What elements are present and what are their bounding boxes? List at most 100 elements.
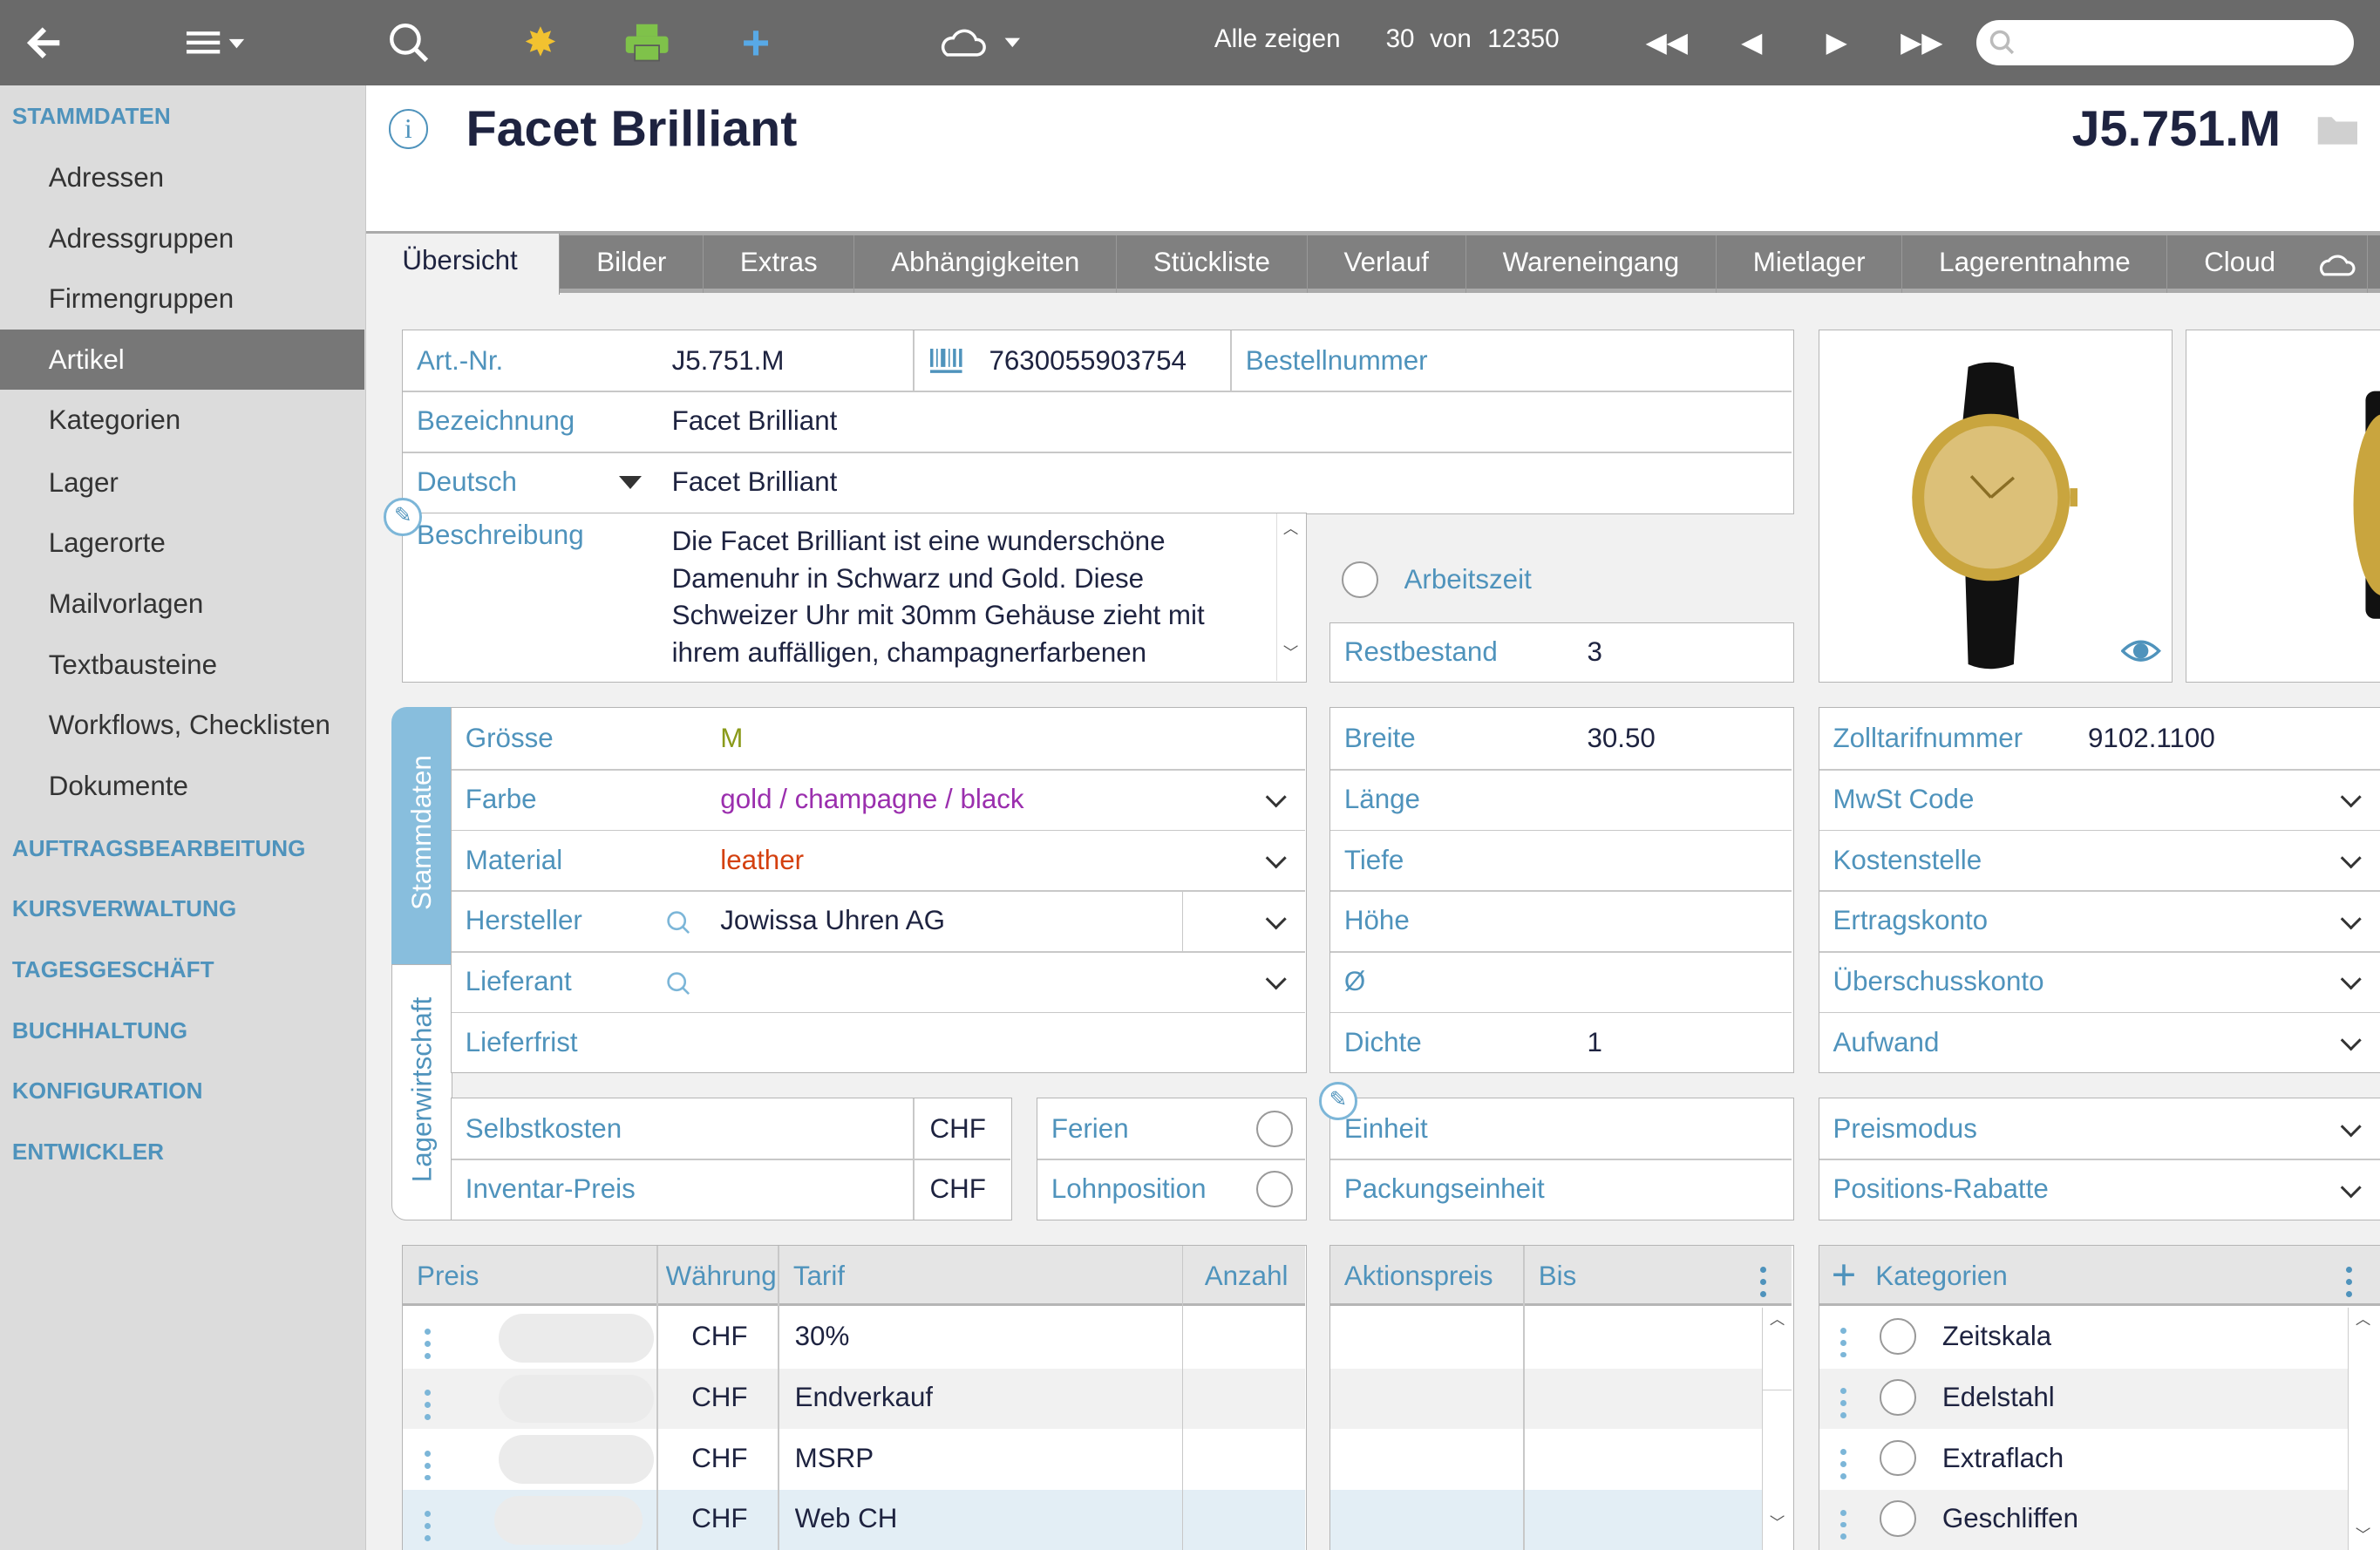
row-handle-icon[interactable] (1840, 1322, 1847, 1364)
chevron-down-icon[interactable] (1265, 908, 1287, 930)
col-tarif[interactable]: Tarif (793, 1246, 845, 1307)
edit-pencil-icon[interactable]: ✎ (1319, 1082, 1357, 1120)
scrollbar[interactable]: ︿ ﹀ (2347, 1308, 2378, 1550)
last-record-icon[interactable]: ▶▶ (1901, 18, 1943, 67)
add-kategorie-icon[interactable]: + (1832, 1248, 1856, 1303)
first-record-icon[interactable]: ◀◀ (1645, 18, 1688, 67)
search-input[interactable] (1975, 19, 2355, 65)
zoll-field[interactable]: 9102.1100 (2088, 708, 2215, 769)
row-handle-icon[interactable] (1840, 1443, 1847, 1485)
price-input[interactable] (499, 1435, 654, 1485)
sidebar-section-kursverwaltung[interactable]: KURSVERWALTUNG (12, 895, 236, 922)
packungseinheit-field[interactable]: Packungseinheit (1344, 1159, 1545, 1220)
table-row[interactable] (1330, 1490, 1762, 1550)
tab-uebersicht[interactable]: Übersicht (365, 233, 561, 295)
ertragskonto-select[interactable]: Ertragskonto (1833, 890, 1988, 951)
lohnposition-checkbox[interactable] (1255, 1171, 1293, 1208)
sidebar-item-kategorien[interactable]: Kategorien (0, 390, 364, 451)
chevron-down-icon[interactable] (1265, 969, 1287, 991)
sidebar-item-firmengruppen[interactable]: Firmengruppen (0, 269, 364, 330)
search-icon[interactable] (385, 18, 431, 67)
product-image-1[interactable] (1818, 329, 2173, 683)
sidebar-item-workflows[interactable]: Workflows, Checklisten (0, 695, 364, 756)
more-options-icon[interactable] (1759, 1261, 1766, 1303)
tab-mietlager[interactable]: Mietlager (1717, 235, 1903, 293)
beschreibung-textarea[interactable]: Die Facet Brilliant ist eine wunderschön… (672, 523, 1205, 672)
tab-bilder[interactable]: Bilder (560, 235, 704, 293)
sidebar-item-mailvorlagen[interactable]: Mailvorlagen (0, 574, 364, 635)
kostenstelle-select[interactable]: Kostenstelle (1833, 830, 1982, 891)
laenge-field[interactable]: Länge (1344, 769, 1420, 830)
arbeitszeit-radio[interactable] (1342, 561, 1378, 598)
kategorie-checkbox[interactable] (1880, 1318, 1917, 1356)
cloud-icon[interactable] (938, 18, 1029, 67)
ueberschusskonto-select[interactable]: Überschusskonto (1833, 951, 2043, 1012)
bezeichnung-lang-field[interactable]: Facet Brilliant (672, 452, 838, 513)
scrollbar[interactable]: ︿ ﹀ (1761, 1308, 1792, 1550)
chevron-down-icon[interactable] (2339, 1116, 2362, 1139)
show-all-button[interactable]: Alle zeigen (1214, 24, 1341, 54)
sidebar-item-dokumente[interactable]: Dokumente (0, 756, 364, 817)
positions-rabatte-select[interactable]: Positions-Rabatte (1833, 1159, 2048, 1220)
chevron-down-icon[interactable] (2339, 786, 2362, 809)
sidebar-section-auftragsbearbeitung[interactable]: AUFTRAGSBEARBEITUNG (12, 835, 306, 862)
vtab-stammdaten[interactable]: Stammdaten (391, 707, 452, 966)
sidebar-item-adressgruppen[interactable]: Adressgruppen (0, 208, 364, 269)
plus-icon[interactable]: + (735, 16, 778, 70)
chevron-down-icon[interactable] (2339, 969, 2362, 991)
next-record-icon[interactable]: ▶ (1821, 18, 1852, 67)
kategorie-checkbox[interactable] (1880, 1439, 1917, 1477)
chevron-down-icon[interactable] (2339, 908, 2362, 930)
sidebar-item-lager[interactable]: Lager (0, 452, 364, 513)
dichte-field[interactable]: 1 (1587, 1012, 1601, 1073)
kategorie-checkbox[interactable] (1880, 1500, 1917, 1537)
breite-field[interactable]: 30.50 (1587, 708, 1655, 769)
groesse-field[interactable]: M (720, 708, 743, 769)
mwst-select[interactable]: MwSt Code (1833, 769, 1974, 830)
row-handle-icon[interactable] (424, 1505, 431, 1547)
chevron-down-icon[interactable] (2339, 847, 2362, 870)
sidebar-section-tagesgeschaeft[interactable]: TAGESGESCHÄFT (12, 956, 214, 983)
gear-icon[interactable]: ✸ (519, 18, 561, 67)
col-aktionspreis[interactable]: Aktionspreis (1344, 1246, 1493, 1307)
farbe-select[interactable]: gold / champagne / black (720, 769, 1023, 830)
bestellnummer-field[interactable]: Bestellnummer (1246, 330, 1428, 391)
material-select[interactable]: leather (720, 830, 804, 891)
hoehe-field[interactable]: Höhe (1344, 890, 1410, 951)
row-handle-icon[interactable] (424, 1383, 431, 1426)
sidebar-item-lagerorte[interactable]: Lagerorte (0, 513, 364, 574)
back-arrow-icon[interactable] (21, 18, 66, 67)
sidebar-item-adressen[interactable]: Adressen (0, 147, 364, 208)
vtab-lagerwirtschaft[interactable]: Lagerwirtschaft (391, 963, 452, 1220)
col-anzahl[interactable]: Anzahl (1205, 1246, 1289, 1307)
bezeichnung-field[interactable]: Facet Brilliant (672, 391, 838, 452)
row-handle-icon[interactable] (424, 1322, 431, 1365)
sidebar-section-stammdaten[interactable]: STAMMDATEN (12, 103, 171, 130)
chevron-down-icon[interactable] (1265, 786, 1287, 809)
tab-cloud[interactable]: Cloud (2167, 235, 2368, 293)
chevron-down-icon[interactable] (2339, 1177, 2362, 1199)
art-nr-field[interactable]: J5.751.M (672, 330, 785, 391)
printer-icon[interactable] (622, 18, 671, 67)
selbstkosten-currency[interactable]: CHF (930, 1098, 986, 1159)
row-handle-icon[interactable] (424, 1445, 431, 1487)
sidebar-item-textbausteine[interactable]: Textbausteine (0, 635, 364, 696)
search-icon[interactable] (666, 971, 693, 998)
tab-verlauf[interactable]: Verlauf (1308, 235, 1466, 293)
einheit-field[interactable]: Einheit (1344, 1098, 1428, 1159)
chevron-down-icon[interactable] (2339, 1030, 2362, 1051)
row-handle-icon[interactable] (1840, 1382, 1847, 1424)
list-menu-icon[interactable] (179, 18, 248, 67)
chevron-down-icon[interactable] (1265, 847, 1287, 870)
price-input[interactable] (499, 1314, 654, 1363)
sidebar-section-konfiguration[interactable]: KONFIGURATION (12, 1078, 203, 1105)
sidebar-item-artikel[interactable]: Artikel (0, 329, 364, 391)
col-waehrung[interactable]: Währung (666, 1246, 777, 1307)
sidebar-section-buchhaltung[interactable]: BUCHHALTUNG (12, 1017, 187, 1044)
tab-stueckliste[interactable]: Stückliste (1117, 235, 1308, 293)
durchmesser-field[interactable]: Ø (1344, 951, 1365, 1012)
language-select[interactable]: Deutsch (417, 452, 517, 513)
tab-abhaengigkeiten[interactable]: Abhängigkeiten (854, 235, 1118, 293)
tab-wareneingang[interactable]: Wareneingang (1466, 235, 1717, 293)
tab-lagerentnahme[interactable]: Lagerentnahme (1902, 235, 2168, 293)
